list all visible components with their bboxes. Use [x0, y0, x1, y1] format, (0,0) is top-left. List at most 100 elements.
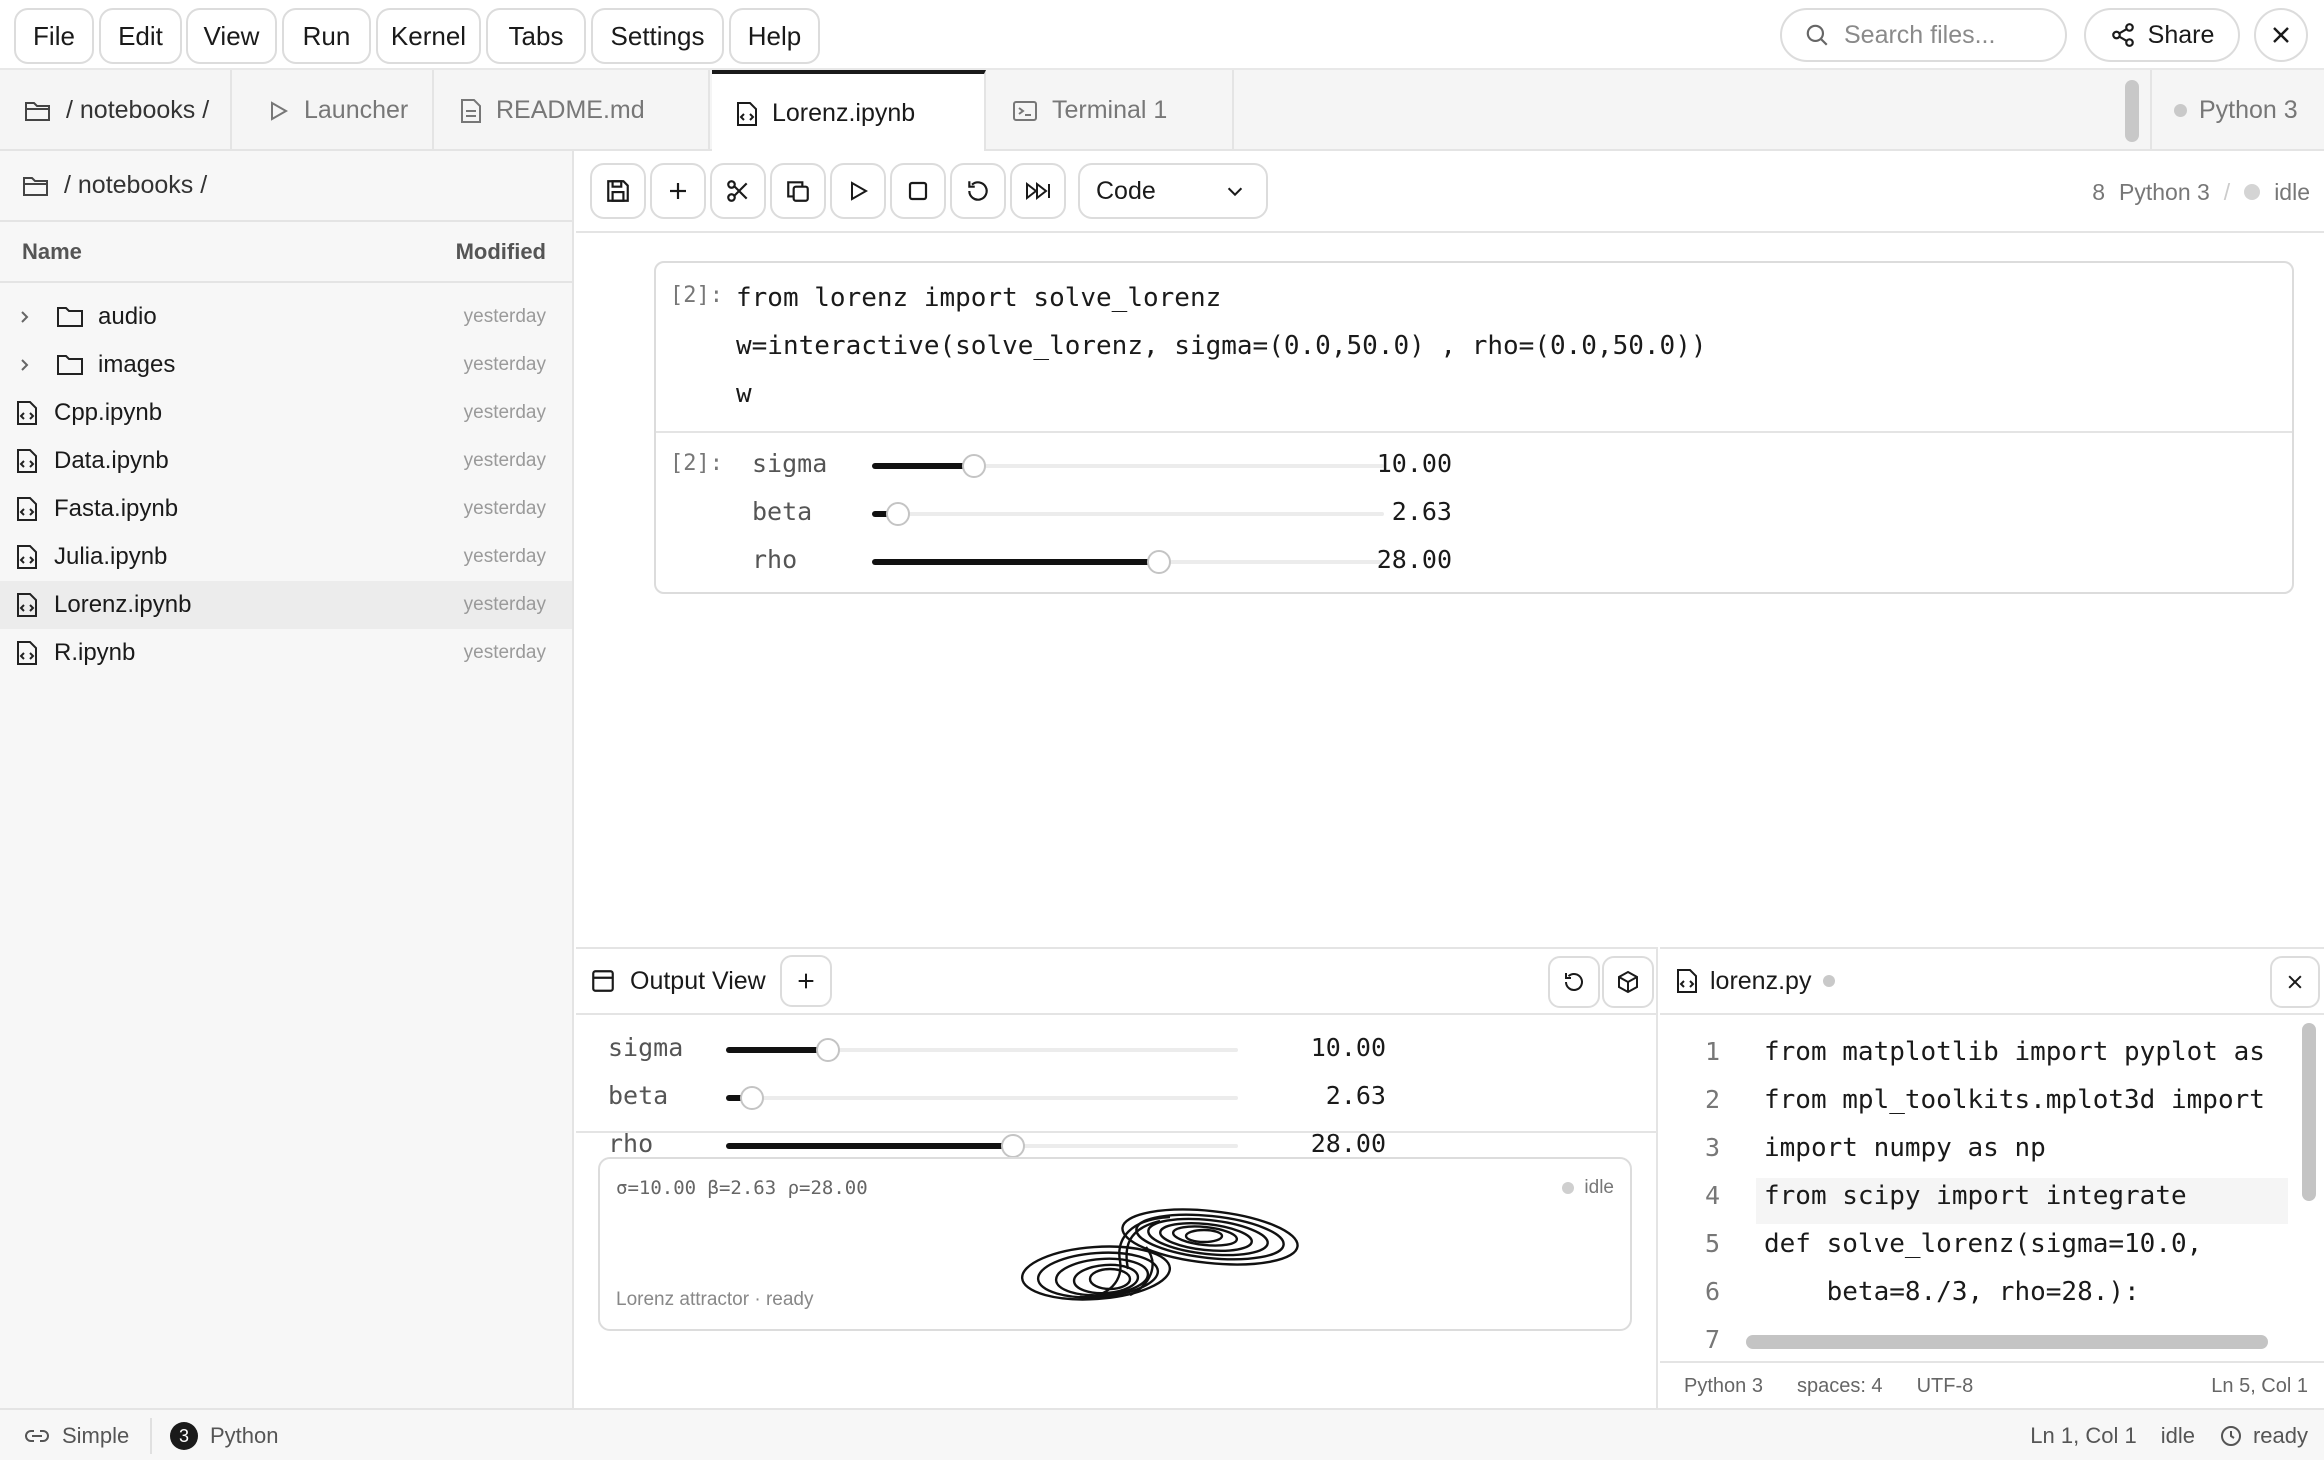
tab-launcher[interactable]: Launcher — [242, 70, 434, 151]
kernel-indicator[interactable]: 3 Python — [170, 1410, 279, 1460]
menu-run[interactable]: Run — [282, 8, 371, 64]
file-row[interactable]: audio yesterday — [0, 293, 572, 341]
cell-input[interactable]: [2]: from lorenz import solve_lorenz w=i… — [656, 263, 2292, 433]
slider-track[interactable] — [726, 1086, 1238, 1110]
file-row[interactable]: Cpp.ipynb yesterday — [0, 389, 572, 437]
slider-handle[interactable] — [739, 1086, 764, 1110]
slider-label: beta — [608, 1081, 669, 1110]
slider-track[interactable] — [872, 454, 1384, 478]
restart-button[interactable] — [950, 163, 1006, 219]
editor-line: from matplotlib import pyplot as — [1764, 1037, 2265, 1067]
tab-kernel-indicator[interactable]: Python 3 — [2150, 70, 2324, 151]
editor-indent[interactable]: spaces: 4 — [1797, 1375, 1883, 1398]
slider-handle[interactable] — [816, 1038, 841, 1062]
save-button[interactable] — [590, 163, 646, 219]
slider-label: rho — [752, 545, 798, 574]
tab-scrollbar[interactable] — [2125, 80, 2139, 142]
cursor-position[interactable]: Ln 1, Col 1 — [2030, 1423, 2136, 1449]
link-icon — [24, 1426, 50, 1446]
output-view-header: Output View — [576, 949, 1656, 1015]
menu-edit[interactable]: Edit — [99, 8, 182, 64]
editor-encoding[interactable]: UTF-8 — [1917, 1375, 1974, 1398]
add-output-button[interactable] — [779, 955, 832, 1007]
file-browser: / notebooks / Name Modified audio yester… — [0, 151, 574, 1408]
slider-label: rho — [608, 1129, 654, 1158]
search-input[interactable]: Search files... — [1780, 8, 2067, 62]
code-cell[interactable]: [2]: from lorenz import solve_lorenz w=i… — [654, 261, 2294, 594]
file-row[interactable]: Data.ipynb yesterday — [0, 437, 572, 485]
menu-file[interactable]: File — [14, 8, 94, 64]
file-row[interactable]: Fasta.ipynb yesterday — [0, 485, 572, 533]
notebook-panel: Code 8 Python 3 / idle [2]: from lorenz … — [576, 151, 2324, 947]
menu-help[interactable]: Help — [729, 8, 820, 64]
play-icon — [846, 179, 870, 203]
kernel-status[interactable]: 8 Python 3 / idle — [2092, 151, 2310, 233]
editor-vertical-scrollbar[interactable] — [2302, 1023, 2316, 1201]
tab-lorenz[interactable]: Lorenz.ipynb — [712, 70, 986, 153]
output-view-widgets: sigma 10.00 beta 2.63 rho 28.00 — [576, 1015, 1656, 1158]
close-app-button[interactable] — [2254, 8, 2308, 62]
kernel-separator: / — [2223, 178, 2231, 205]
column-name[interactable]: Name — [22, 239, 82, 265]
cube-icon — [1616, 970, 1640, 994]
slider-handle[interactable] — [1146, 550, 1171, 574]
file-row[interactable]: images yesterday — [0, 341, 572, 389]
menu-settings[interactable]: Settings — [591, 8, 724, 64]
slider-track[interactable] — [726, 1134, 1238, 1158]
cut-button[interactable] — [710, 163, 766, 219]
file-row[interactable]: R.ipynb yesterday — [0, 629, 572, 677]
slider-sigma[interactable]: sigma 10.00 — [752, 445, 1592, 485]
tab-label: Lorenz.ipynb — [772, 99, 916, 127]
file-modified: yesterday — [463, 498, 546, 519]
cell-type-select[interactable]: Code — [1078, 163, 1268, 219]
file-row[interactable]: Julia.ipynb yesterday — [0, 533, 572, 581]
slider-handle[interactable] — [1000, 1134, 1025, 1158]
notebook-icon — [0, 496, 54, 522]
play-icon — [266, 99, 290, 123]
menu-tabs[interactable]: Tabs — [486, 8, 586, 64]
plus-icon — [795, 970, 817, 992]
restart-icon — [1562, 970, 1586, 994]
slider-beta[interactable]: beta 2.63 — [752, 493, 1592, 533]
share-button[interactable]: Share — [2084, 8, 2240, 62]
close-icon — [2285, 972, 2305, 992]
copy-button[interactable] — [770, 163, 826, 219]
close-editor-button[interactable] — [2270, 956, 2320, 1008]
file-name: R.ipynb — [54, 639, 136, 666]
slider-rho[interactable]: rho 28.00 — [752, 541, 1592, 581]
tab-terminal[interactable]: Terminal 1 — [988, 70, 1234, 151]
share-label: Share — [2147, 20, 2215, 49]
add-cell-button[interactable] — [650, 163, 706, 219]
notebook-icon — [0, 544, 54, 570]
chevron-down-icon — [1224, 180, 1246, 202]
slider-value: 28.00 — [1310, 1129, 1386, 1158]
slider-handle[interactable] — [962, 454, 987, 478]
code-editor[interactable]: 1 from matplotlib import pyplot as 2 fro… — [1660, 1015, 2324, 1361]
line-number: 2 — [1704, 1085, 1720, 1114]
slider-sigma[interactable]: sigma 10.00 — [608, 1029, 1448, 1069]
slider-handle[interactable] — [885, 502, 910, 526]
simple-mode-toggle[interactable]: Simple — [24, 1410, 129, 1460]
tab-readme[interactable]: README.md — [436, 70, 710, 151]
file-name: audio — [98, 303, 157, 330]
menu-view[interactable]: View — [186, 8, 277, 64]
run-button[interactable] — [830, 163, 886, 219]
editor-language[interactable]: Python 3 — [1684, 1375, 1763, 1398]
menu-kernel[interactable]: Kernel — [376, 8, 481, 64]
tab-breadcrumb[interactable]: / notebooks / — [0, 70, 232, 151]
cell-output: [2]: sigma 10.00 beta 2.63 rho 28.00 — [656, 433, 2292, 593]
chevron-right-icon[interactable] — [0, 357, 50, 373]
file-browser-breadcrumb[interactable]: / notebooks / — [0, 151, 572, 222]
file-row-selected[interactable]: Lorenz.ipynb yesterday — [0, 581, 572, 629]
slider-track[interactable] — [872, 502, 1384, 526]
widget-output-button[interactable] — [1602, 956, 1654, 1008]
refresh-output-button[interactable] — [1548, 956, 1600, 1008]
editor-horizontal-scrollbar[interactable] — [1746, 1335, 2268, 1349]
column-modified[interactable]: Modified — [456, 239, 546, 265]
run-all-button[interactable] — [1010, 163, 1066, 219]
chevron-right-icon[interactable] — [0, 309, 50, 325]
slider-track[interactable] — [726, 1038, 1238, 1062]
stop-button[interactable] — [890, 163, 946, 219]
slider-beta[interactable]: beta 2.63 — [608, 1077, 1448, 1117]
slider-track[interactable] — [872, 550, 1384, 574]
